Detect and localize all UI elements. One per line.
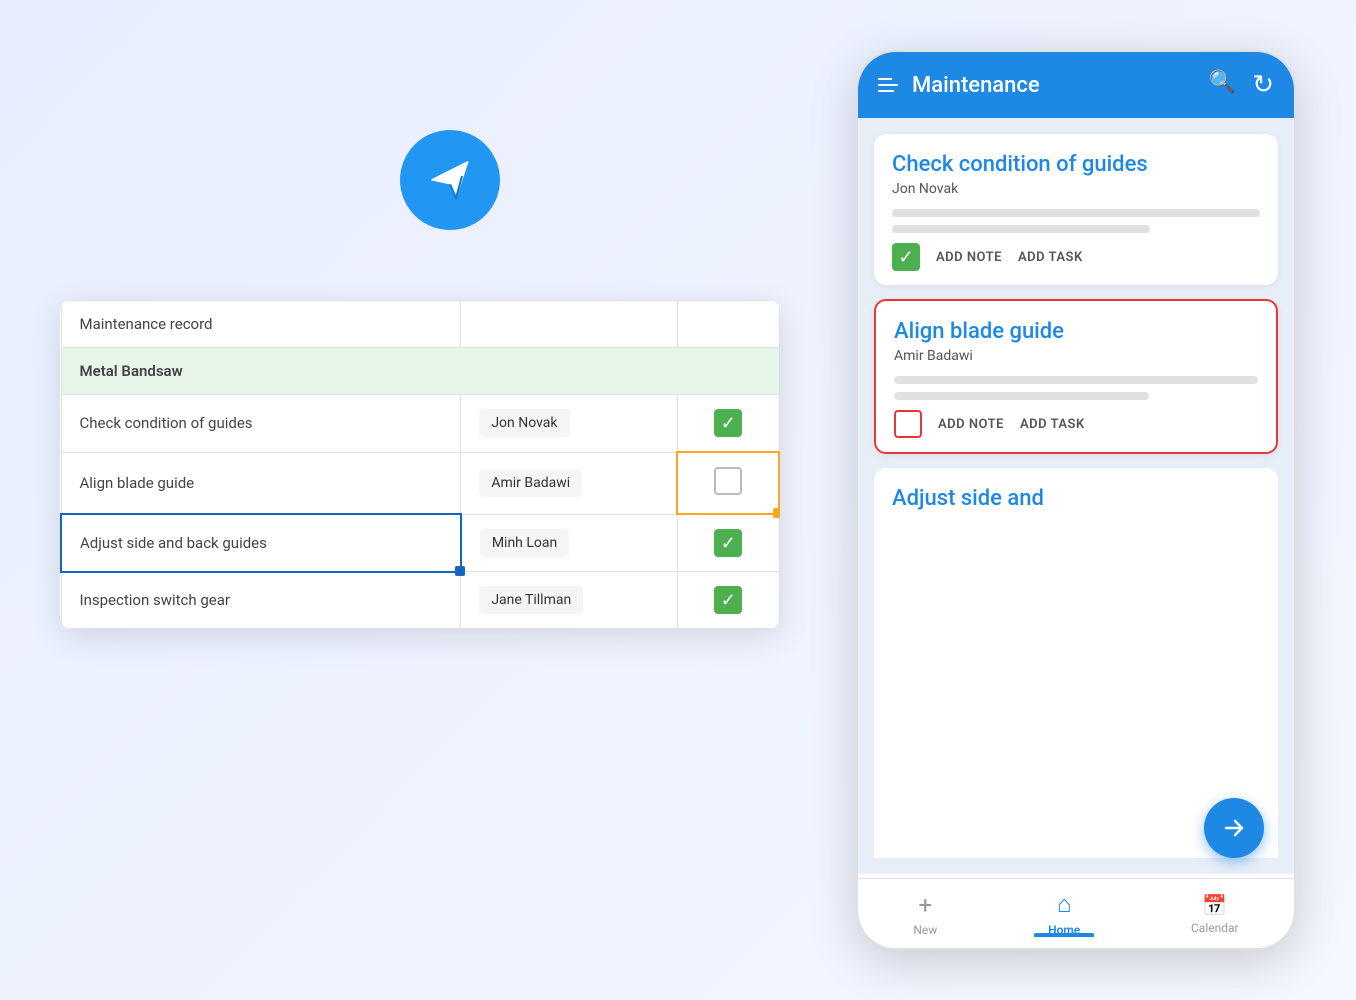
card1-footer: ✓ ADD NOTE ADD TASK [892, 243, 1260, 271]
assignee-name: Amir Badawi [479, 469, 582, 497]
nav-item-new[interactable]: + New [913, 891, 937, 937]
card2-line2 [894, 392, 1149, 400]
card1-add-task[interactable]: ADD TASK [1018, 250, 1083, 265]
task-cell: Inspection switch gear [61, 572, 461, 629]
topbar-icons: 🔍 ↻ [1209, 70, 1274, 100]
checkbox-empty[interactable] [714, 467, 742, 495]
check-cell: ✓ [677, 572, 779, 629]
paper-plane-icon [400, 130, 500, 230]
card2-footer: ADD NOTE ADD TASK [894, 410, 1258, 438]
spreadsheet-panel: Maintenance record Metal Bandsaw Check c… [60, 300, 780, 629]
nav-active-indicator [1034, 933, 1094, 937]
section-label: Metal Bandsaw [61, 348, 779, 395]
task-card-2[interactable]: Align blade guide Amir Badawi ADD NOTE A… [874, 299, 1278, 454]
card1-add-note[interactable]: ADD NOTE [936, 250, 1002, 265]
check-cell: ✓ [677, 395, 779, 453]
task-card-1[interactable]: Check condition of guides Jon Novak ✓ AD… [874, 134, 1278, 285]
header-col3 [677, 301, 779, 348]
card2-add-task[interactable]: ADD TASK [1020, 417, 1085, 432]
check-cell-highlighted[interactable] [677, 452, 779, 514]
card2-title: Align blade guide [894, 319, 1258, 344]
section-row: Metal Bandsaw [61, 348, 779, 395]
phone-title: Maintenance [912, 73, 1040, 98]
fab-button[interactable] [1204, 798, 1264, 858]
nav-calendar-label: Calendar [1191, 921, 1239, 935]
menu-icon[interactable] [878, 78, 898, 92]
card2-add-note[interactable]: ADD NOTE [938, 417, 1004, 432]
assignee-cell: Minh Loan [461, 514, 678, 572]
card2-checkbox[interactable] [894, 410, 922, 438]
phone-bottom-nav: + New ⌂ Home 📅 Calendar [858, 878, 1294, 948]
table-row: Check condition of guides Jon Novak ✓ [61, 395, 779, 453]
assignee-name: Jane Tillman [479, 586, 583, 614]
partial-card: Adjust side and [874, 468, 1278, 858]
header-col1: Maintenance record [61, 301, 461, 348]
card2-assignee: Amir Badawi [894, 348, 1258, 364]
checkbox-checked[interactable]: ✓ [714, 586, 742, 614]
task-cell: Check condition of guides [61, 395, 461, 453]
assignee-name: Minh Loan [480, 529, 569, 557]
checkbox-checked[interactable]: ✓ [714, 529, 742, 557]
card1-title: Check condition of guides [892, 152, 1260, 177]
card1-assignee: Jon Novak [892, 181, 1260, 197]
header-row: Maintenance record [61, 301, 779, 348]
nav-item-home[interactable]: ⌂ Home [1048, 890, 1080, 937]
home-icon: ⌂ [1057, 890, 1072, 919]
assignee-name: Jon Novak [479, 409, 569, 437]
spreadsheet-table: Maintenance record Metal Bandsaw Check c… [60, 300, 780, 629]
assignee-cell: Jane Tillman [461, 572, 678, 629]
check-cell: ✓ [677, 514, 779, 572]
task-cell-selected: Adjust side and back guides [61, 514, 461, 572]
search-icon[interactable]: 🔍 [1209, 70, 1236, 100]
partial-card-title: Adjust side and [892, 486, 1260, 511]
nav-item-calendar[interactable]: 📅 Calendar [1191, 893, 1239, 935]
table-row: Inspection switch gear Jane Tillman ✓ [61, 572, 779, 629]
paper-plane-container [400, 130, 500, 230]
header-col2 [461, 301, 678, 348]
task-cell: Align blade guide [61, 452, 461, 514]
phone-topbar: Maintenance 🔍 ↻ [858, 52, 1294, 118]
checkbox-checked[interactable]: ✓ [714, 409, 742, 437]
card1-line2 [892, 225, 1150, 233]
assignee-cell: Amir Badawi [461, 452, 678, 514]
new-icon: + [919, 891, 933, 919]
card2-line1 [894, 376, 1258, 384]
phone-content: Check condition of guides Jon Novak ✓ AD… [858, 118, 1294, 874]
table-row: Align blade guide Amir Badawi [61, 452, 779, 514]
assignee-cell: Jon Novak [461, 395, 678, 453]
card1-checkbox[interactable]: ✓ [892, 243, 920, 271]
table-row-selected: Adjust side and back guides Minh Loan ✓ [61, 514, 779, 572]
nav-new-label: New [913, 923, 937, 937]
topbar-left: Maintenance [878, 73, 1040, 98]
card1-line1 [892, 209, 1260, 217]
refresh-icon[interactable]: ↻ [1252, 70, 1274, 100]
phone-mockup: Maintenance 🔍 ↻ Check condition of guide… [856, 50, 1296, 950]
calendar-icon: 📅 [1202, 893, 1227, 917]
